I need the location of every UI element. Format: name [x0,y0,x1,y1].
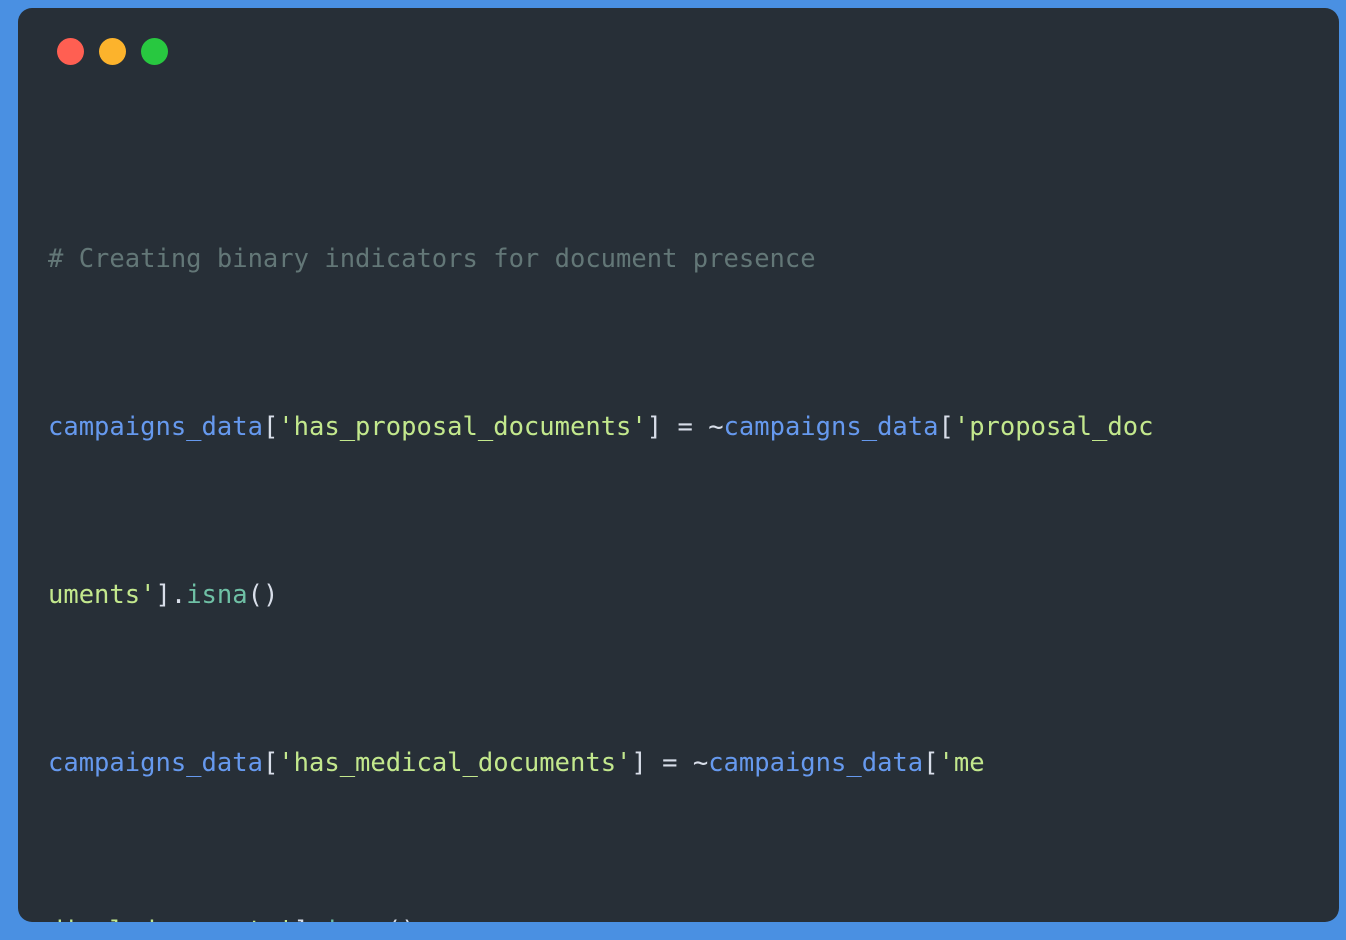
close-button-icon[interactable] [57,37,84,65]
code-token-operator: = [646,748,693,778]
code-line: dical_documents'].isna() [48,910,1325,922]
code-token-bracket: [ [938,412,954,442]
code-token-variable: campaigns_data [708,748,924,778]
code-token-operator: = [662,412,709,442]
code-line: campaigns_data['has_proposal_documents']… [48,406,1325,448]
code-token-method: isna [186,580,248,610]
code-comment: # Creating binary indicators for documen… [48,244,816,274]
code-token-operator: ~ [692,748,709,778]
code-token-string: uments' [48,580,156,610]
code-token-method: isna [324,916,385,922]
code-line: # Creating binary indicators for documen… [48,238,1325,280]
code-token-string: 'has_proposal_documents' [278,412,647,442]
code-token-bracket: ] [646,412,663,442]
code-token-variable: campaigns_data [48,412,263,442]
screenshot-canvas: # Creating binary indicators for documen… [0,0,1346,940]
window-titlebar [18,8,1339,94]
code-token-dot: . [170,580,187,610]
code-token-parens: () [247,580,279,610]
code-token-string: 'has_medical_documents' [278,748,632,778]
code-line: uments'].isna() [48,574,1325,616]
code-token-string: 'proposal_doc [953,412,1154,442]
code-token-bracket: ] [631,748,647,778]
maximize-button-icon[interactable] [141,37,168,65]
code-snippet-window: # Creating binary indicators for documen… [18,8,1339,922]
minimize-button-icon[interactable] [99,37,126,65]
code-token-bracket: ] [155,580,171,610]
code-line: campaigns_data['has_medical_documents'] … [48,742,1325,784]
code-content[interactable]: # Creating binary indicators for documen… [48,112,1325,922]
code-token-string: 'me [938,748,985,778]
code-token-operator: ~ [708,412,724,442]
code-token-dot: . [309,916,324,922]
code-token-variable: campaigns_data [723,412,939,442]
code-token-parens: () [386,916,417,922]
code-token-bracket: [ [923,748,939,778]
code-token-bracket: [ [262,748,279,778]
code-token-string: dical_documents' [48,916,294,922]
code-token-bracket: ] [294,916,309,922]
code-token-bracket: [ [262,412,279,442]
code-token-variable: campaigns_data [48,748,263,778]
